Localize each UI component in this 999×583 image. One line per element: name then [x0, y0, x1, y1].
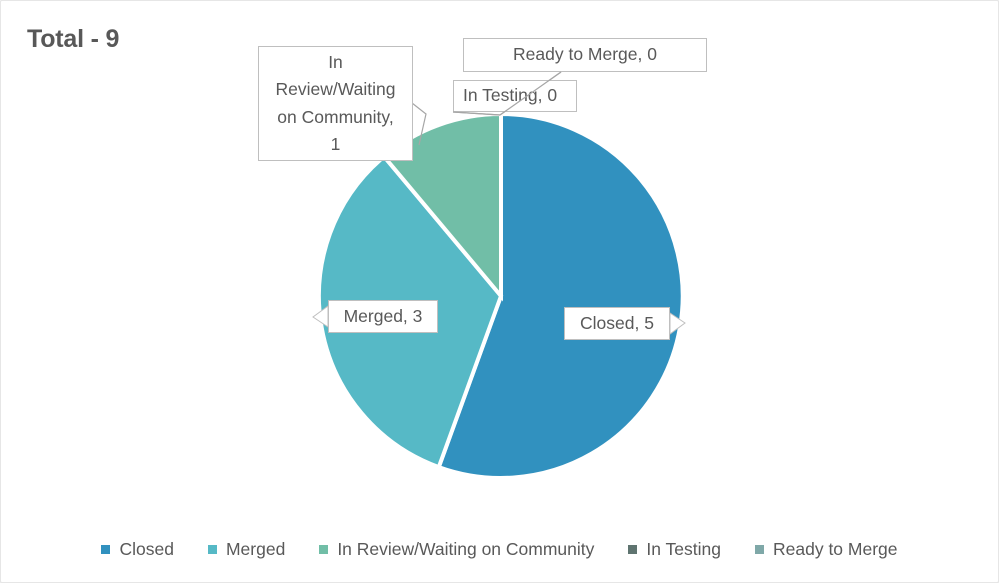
legend-item-in-review[interactable]: In Review/Waiting on Community [319, 539, 594, 560]
legend-swatch-icon [755, 544, 764, 554]
legend-swatch-icon [319, 544, 329, 554]
legend-item-in-testing[interactable]: In Testing [628, 539, 721, 560]
data-label-closed[interactable]: Closed, 5 [564, 307, 670, 340]
legend-item-ready-to-merge[interactable]: Ready to Merge [755, 539, 898, 560]
legend-swatch-icon [628, 544, 638, 554]
legend-label: In Review/Waiting on Community [337, 538, 595, 559]
legend-label: In Testing [646, 538, 721, 559]
legend-label: Closed [119, 538, 174, 559]
legend-swatch-icon [101, 544, 111, 554]
pie-plot-area: Closed, 5 Merged, 3 In Review/Waiting on… [1, 1, 998, 521]
pie-slices [316, 111, 685, 480]
legend-item-merged[interactable]: Merged [207, 538, 286, 560]
pie-chart-svg [312, 71, 686, 480]
data-label-in-review[interactable]: In Review/Waiting on Community, 1 [258, 46, 413, 161]
legend-label: Ready to Merge [773, 538, 898, 559]
legend-swatch-icon [207, 544, 217, 554]
legend-label: Merged [225, 538, 286, 559]
legend-item-closed[interactable]: Closed [101, 538, 174, 560]
data-label-merged[interactable]: Merged, 3 [328, 300, 438, 333]
chart-card: Total - 9 Closed, 5 Merged, 3 In Review/… [0, 0, 999, 583]
chart-legend: Closed Merged In Review/Waiting on Commu… [1, 534, 998, 564]
data-label-ready-to-merge[interactable]: Ready to Merge, 0 [463, 38, 707, 72]
data-label-in-testing[interactable]: In Testing, 0 [453, 80, 577, 112]
